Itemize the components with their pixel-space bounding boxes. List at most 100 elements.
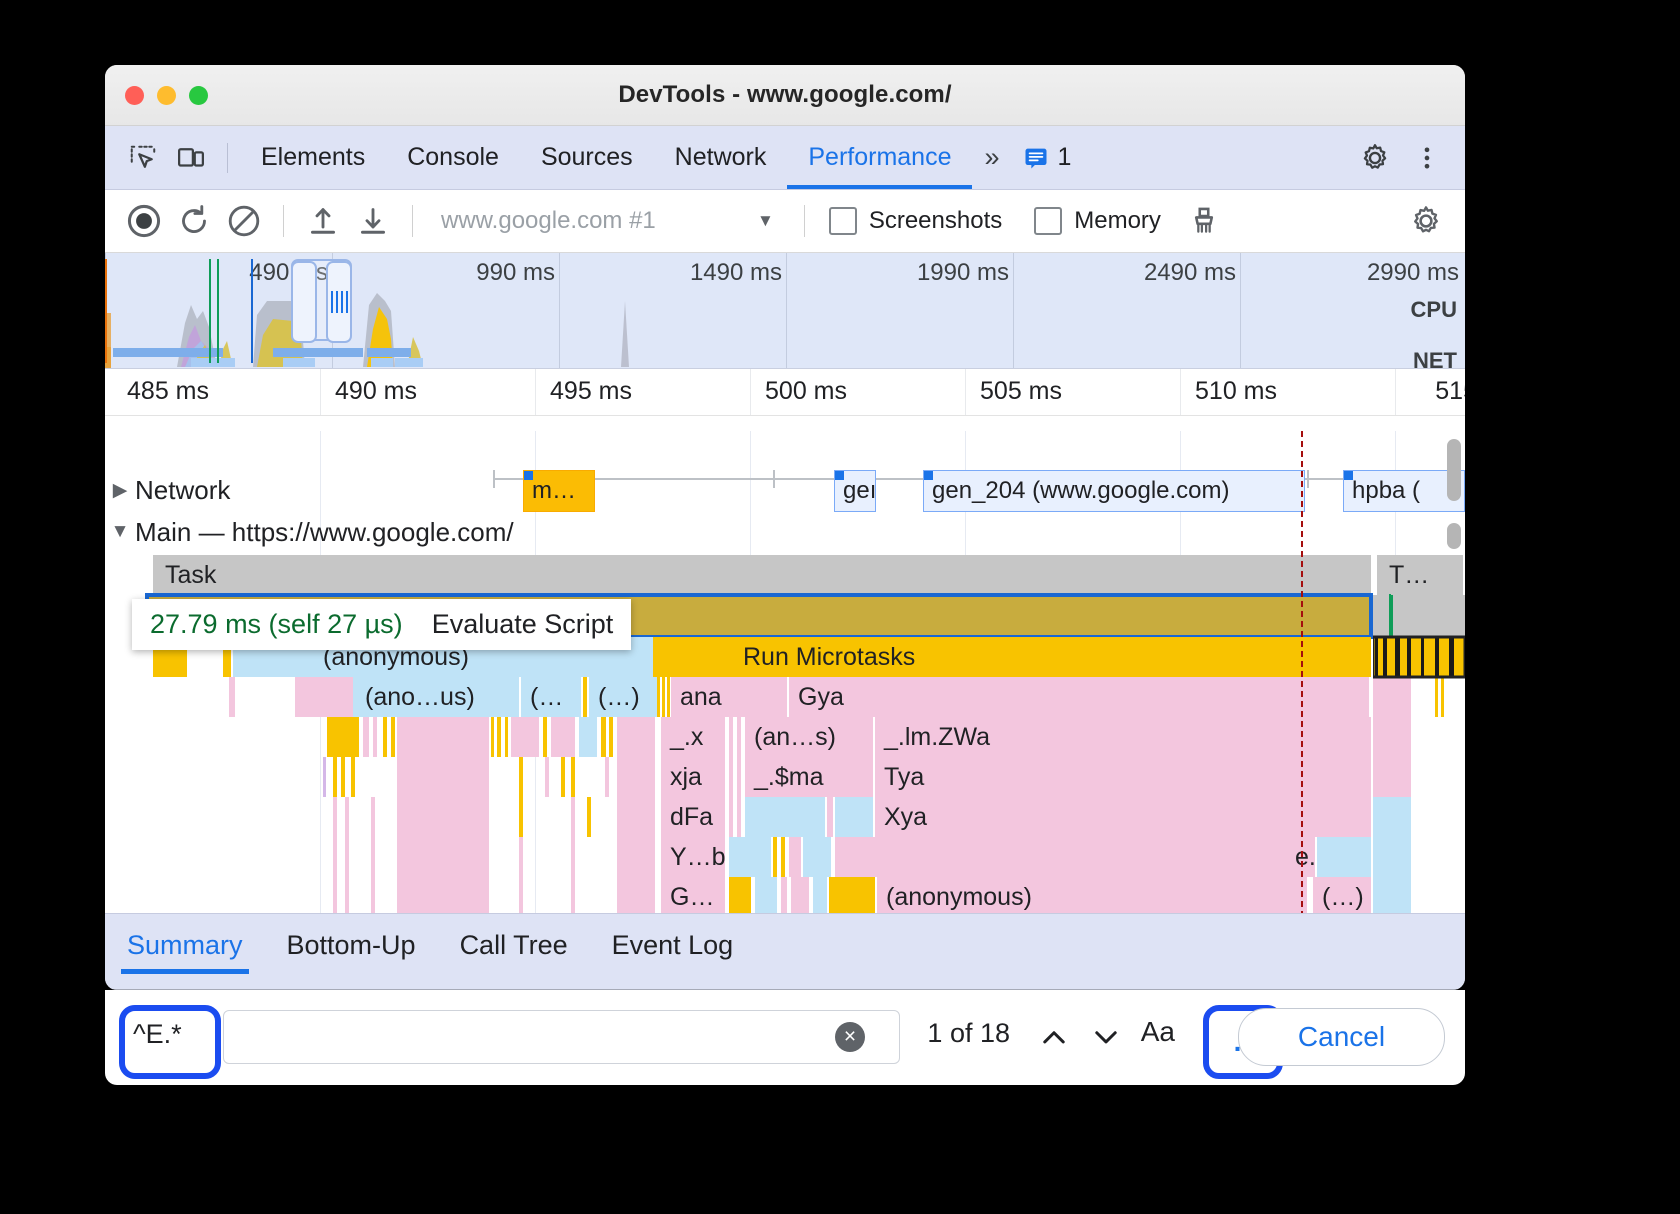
tab-console[interactable]: Console	[386, 126, 520, 189]
overview-selection-window[interactable]	[291, 259, 352, 341]
settings-gear-icon[interactable]	[1351, 134, 1399, 182]
network-request[interactable]: m…	[523, 470, 595, 512]
flame-bar-run-microtasks[interactable]: Run Microtasks	[653, 637, 1371, 677]
flame-vertical-scrollbar-thumb[interactable]	[1447, 523, 1461, 549]
flame-bar-xya[interactable]: Xya	[875, 797, 1371, 837]
flame-bar[interactable]	[327, 717, 359, 757]
flame-bar[interactable]	[229, 677, 235, 717]
network-request[interactable]: gen_204 (www.google.com)	[923, 470, 1305, 512]
memory-checkbox[interactable]: Memory	[1034, 207, 1161, 235]
flame-bar-underscore-x[interactable]: _.x	[661, 717, 725, 757]
flame-bar-task[interactable]: Task	[153, 555, 1371, 595]
flame-bar-e-ta[interactable]: e.ta	[835, 837, 1315, 877]
device-toolbar-icon[interactable]	[167, 134, 215, 182]
collect-garbage-button[interactable]	[1179, 196, 1229, 246]
clear-search-icon[interactable]: ×	[835, 1022, 865, 1052]
tab-sources-label: Sources	[541, 143, 633, 172]
clear-button[interactable]	[219, 196, 269, 246]
flame-bar-task-2[interactable]: T…	[1377, 555, 1463, 595]
flame-bar[interactable]	[1373, 877, 1411, 914]
flame-bar[interactable]	[1373, 757, 1411, 797]
cancel-button[interactable]: Cancel	[1238, 1008, 1445, 1066]
chevron-right-icon[interactable]: ▶	[105, 479, 135, 502]
chevron-up-icon	[1037, 1020, 1071, 1054]
track-main[interactable]: ▼ Main — https://www.google.com/	[105, 511, 1465, 553]
match-case-button[interactable]: Aa	[1141, 1016, 1175, 1048]
maximize-window-button[interactable]	[189, 86, 208, 105]
flame-bar-lm-zwa[interactable]: _.lm.ZWa	[875, 717, 1371, 757]
flame-bar[interactable]: (…	[521, 677, 581, 717]
request-corner-marker	[835, 471, 844, 480]
memory-checkbox-box[interactable]	[1034, 207, 1062, 235]
more-tabs-chevron-icon[interactable]: »	[972, 142, 1011, 173]
search-field-box[interactable]	[223, 1010, 900, 1064]
issues-indicator[interactable]: 1	[1012, 143, 1082, 172]
flame-bar[interactable]	[397, 797, 489, 837]
network-request[interactable]: geı	[834, 470, 876, 512]
search-next-button[interactable]	[1085, 1016, 1127, 1058]
flame-bar[interactable]	[835, 797, 873, 837]
flame-bar[interactable]	[397, 757, 489, 797]
flame-bar[interactable]	[745, 797, 825, 837]
inspect-element-icon[interactable]	[119, 134, 167, 182]
tab-call-tree-label: Call Tree	[460, 930, 568, 960]
flame-bar[interactable]	[1373, 837, 1411, 877]
flame-bar[interactable]	[397, 837, 489, 877]
more-options-icon[interactable]	[1403, 134, 1451, 182]
tab-elements[interactable]: Elements	[240, 126, 386, 189]
screenshots-checkbox-box[interactable]	[829, 207, 857, 235]
search-prev-button[interactable]	[1033, 1016, 1075, 1058]
reload-and-record-button[interactable]	[169, 196, 219, 246]
flame-bar-tya[interactable]: Tya	[875, 757, 1371, 797]
flame-bar-ellipsis[interactable]: (…)	[1313, 877, 1371, 914]
flame-bar-ana[interactable]: ana	[671, 677, 787, 717]
flame-bar[interactable]	[1373, 797, 1411, 837]
tab-event-log[interactable]: Event Log	[590, 914, 756, 974]
flame-bar-anonymous[interactable]: (anonymous)	[877, 877, 1307, 914]
flame-bar[interactable]: (…)	[589, 677, 657, 717]
flame-bar-label: Xya	[875, 803, 927, 832]
flame-bar-label: (an…s)	[745, 723, 836, 752]
profile-selector[interactable]: www.google.com #1 ▼	[427, 207, 790, 235]
flame-bar-anonymous[interactable]: (ano…us)	[353, 677, 519, 717]
tab-sources[interactable]: Sources	[520, 126, 654, 189]
profile-selector-value: www.google.com #1	[427, 207, 741, 235]
chevron-down-icon: ▼	[741, 211, 790, 231]
flame-bar-gya[interactable]: Gya	[789, 677, 1369, 717]
flame-bar-anonymous[interactable]: (an…s)	[745, 717, 873, 757]
flame-bar-y-b[interactable]: Y…b	[661, 837, 725, 877]
flame-bar-g[interactable]: G…	[661, 877, 725, 914]
flame-bar[interactable]	[1317, 837, 1371, 877]
chevron-down-icon[interactable]: ▼	[105, 521, 135, 543]
flame-right-cluster	[1373, 595, 1465, 715]
selection-left-handle[interactable]	[291, 261, 317, 343]
tab-performance[interactable]: Performance	[787, 126, 972, 189]
tab-summary[interactable]: Summary	[105, 914, 265, 974]
save-profile-button[interactable]	[348, 196, 398, 246]
flame-bar-xja[interactable]: xja	[661, 757, 725, 797]
flame-bar-label: Run Microtasks	[653, 643, 915, 672]
screenshots-checkbox[interactable]: Screenshots	[829, 207, 1002, 235]
flame-bar[interactable]	[1373, 717, 1411, 757]
flame-chart[interactable]: ▶ Network m… geı gen_204 (www.google.com…	[105, 431, 1465, 914]
selection-right-handle[interactable]	[326, 261, 352, 343]
tab-bottom-up[interactable]: Bottom-Up	[265, 914, 438, 974]
close-window-button[interactable]	[125, 86, 144, 105]
timeline-overview[interactable]: 490 ms 990 ms 1490 ms 1990 ms 2490 ms 29…	[105, 253, 1465, 369]
search-input[interactable]	[131, 1018, 205, 1051]
request-corner-marker	[924, 471, 933, 480]
tab-network[interactable]: Network	[654, 126, 788, 189]
minimize-window-button[interactable]	[157, 86, 176, 105]
flame-bar[interactable]	[397, 877, 489, 914]
flame-bar-label: Tya	[875, 763, 924, 792]
flame-bar[interactable]	[295, 677, 353, 717]
tab-call-tree[interactable]: Call Tree	[438, 914, 590, 974]
capture-settings-button[interactable]	[1401, 196, 1451, 246]
flame-bar[interactable]	[397, 717, 489, 757]
flame-bar-dfa[interactable]: dFa	[661, 797, 725, 837]
load-profile-button[interactable]	[298, 196, 348, 246]
issues-count: 1	[1058, 143, 1072, 172]
flame-bar-ma[interactable]: _.$ma	[745, 757, 873, 797]
record-button[interactable]	[119, 196, 169, 246]
flame-vertical-scrollbar[interactable]	[1447, 439, 1461, 501]
